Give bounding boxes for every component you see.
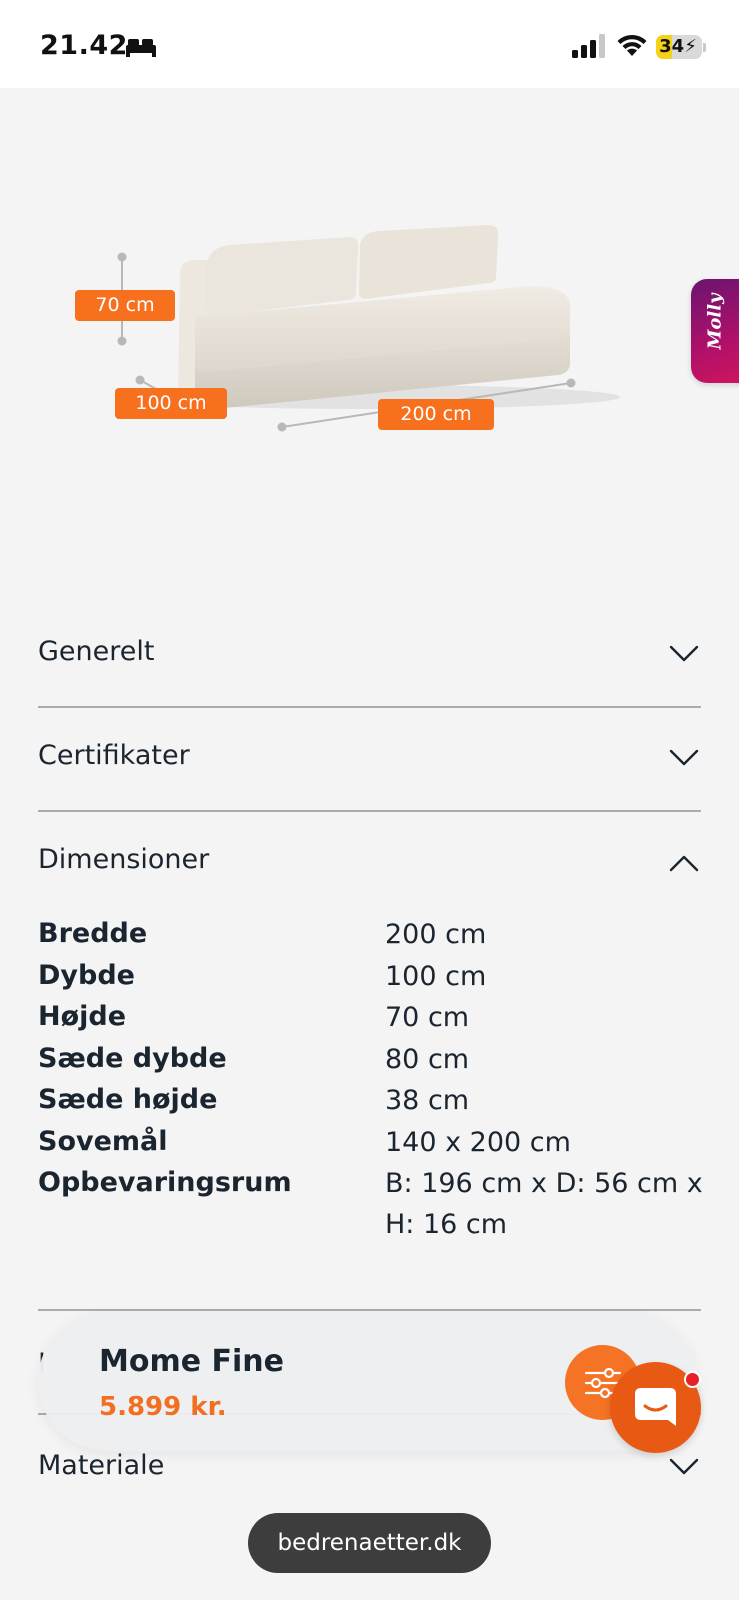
cellular-signal-icon [572,34,605,58]
depth-dimension-tag: 100 cm [115,388,227,419]
accordion-divider [38,810,701,812]
spec-value: 80 cm [385,1044,470,1075]
spec-key: Højde [38,1001,127,1032]
battery-percentage: 34⚡ [659,36,697,57]
spec-key: Sæde højde [38,1084,218,1115]
chevron-down-icon [669,749,699,766]
molly-tab-label: Molly [704,293,726,350]
spec-value: B: 196 cm x D: 56 cm x H: 16 cm [385,1168,703,1240]
accordion-dimensioner-label: Dimensioner [38,844,210,875]
battery-indicator: 34⚡ [656,35,702,59]
url-bar[interactable]: bedrenaetter.dk [248,1513,491,1573]
chevron-down-icon [669,645,699,662]
status-time: 21.42 [40,30,128,61]
spec-value: 140 x 200 cm [385,1127,571,1158]
spec-key: Sovemål [38,1126,168,1157]
accordion-materiale[interactable]: Materiale [38,1450,701,1490]
spec-key: Sæde dybde [38,1043,227,1074]
width-dimension-tag: 200 cm [378,399,494,430]
product-price: 5.899 kr. [99,1392,227,1422]
accordion-certifikater-label: Certifikater [38,740,190,771]
accordion-generelt-label: Generelt [38,636,155,667]
spec-value: 100 cm [385,961,487,992]
product-name: Mome Fine [99,1344,284,1379]
spec-value: 70 cm [385,1002,470,1033]
chevron-down-icon [669,1458,699,1475]
spec-key: Opbevaringsrum [38,1167,292,1198]
spec-value: 200 cm [385,919,487,950]
chat-icon [635,1388,676,1426]
accordion-dimensioner[interactable]: Dimensioner [38,844,701,884]
spec-value: 38 cm [385,1085,470,1116]
accordion-materiale-label: Materiale [38,1450,165,1481]
molly-assistant-tab[interactable]: Molly [691,279,739,383]
chat-notification-dot [684,1371,701,1388]
height-dimension-tag: 70 cm [75,290,175,321]
accordion-generelt[interactable]: Generelt [38,636,701,676]
battery-nub [703,43,706,52]
chevron-up-icon [669,855,699,872]
sleep-focus-icon [126,39,156,57]
spec-key: Dybde [38,960,135,991]
accordion-certifikater[interactable]: Certifikater [38,740,701,780]
wifi-icon [617,34,647,56]
status-bar: 21.42 34⚡ [0,0,739,88]
spec-key: Bredde [38,918,148,949]
accordion-divider [38,706,701,708]
